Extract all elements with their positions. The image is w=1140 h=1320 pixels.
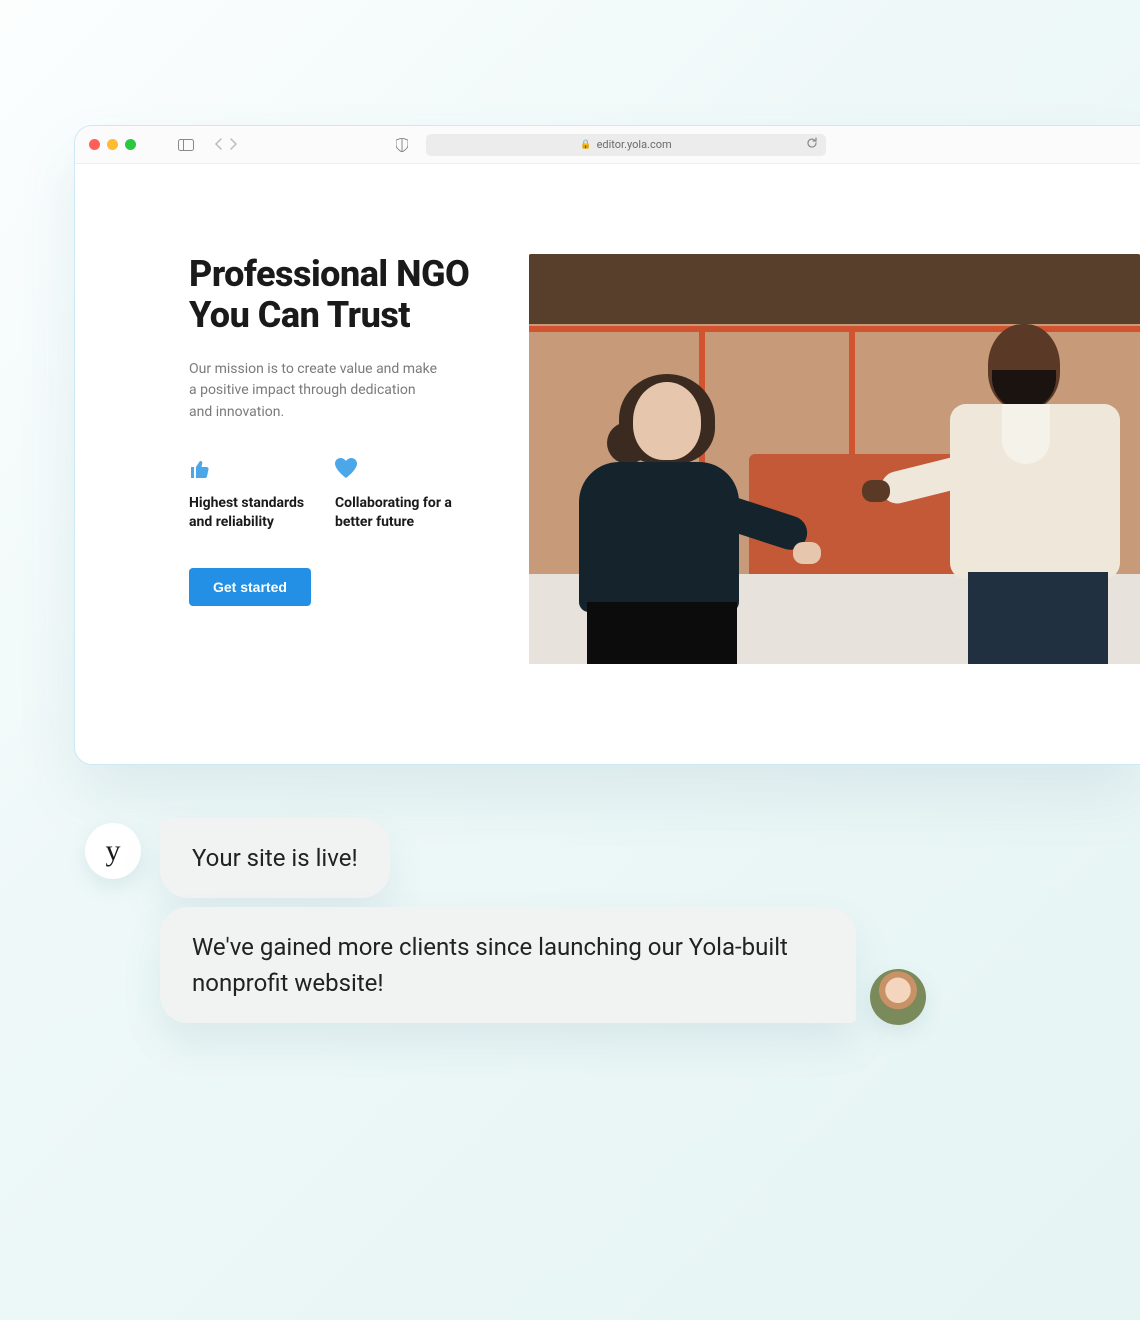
feature-row: Highest standards and reliability Collab… (189, 458, 479, 532)
back-icon[interactable] (214, 135, 223, 154)
heart-icon (335, 458, 463, 480)
nav-arrows (214, 135, 238, 154)
chat-text: Your site is live! (192, 844, 358, 872)
maximize-icon[interactable] (125, 139, 136, 150)
url-text: editor.yola.com (597, 138, 672, 151)
sidebar-toggle-icon[interactable] (178, 139, 194, 151)
feature-label: Collaborating for a better future (335, 494, 463, 532)
get-started-button[interactable]: Get started (189, 568, 311, 606)
hero-image (529, 254, 1140, 664)
brand-initial: y (106, 834, 121, 868)
chat-bubble-user: We've gained more clients since launchin… (160, 907, 856, 1023)
person-right (940, 304, 1130, 664)
browser-toolbar: 🔒 editor.yola.com (75, 126, 1140, 164)
close-icon[interactable] (89, 139, 100, 150)
person-left (539, 344, 739, 664)
hero-subtext: Our mission is to create value and make … (189, 359, 439, 424)
chat-text: We've gained more clients since launchin… (192, 933, 788, 997)
address-bar[interactable]: 🔒 editor.yola.com (426, 134, 826, 156)
browser-window: 🔒 editor.yola.com Professional NGO You C… (74, 125, 1140, 765)
shield-icon[interactable] (396, 138, 408, 152)
minimize-icon[interactable] (107, 139, 118, 150)
window-controls (89, 139, 136, 150)
reload-icon[interactable] (806, 137, 818, 152)
chat-bubble-system: Your site is live! (160, 818, 390, 898)
lock-icon: 🔒 (580, 140, 591, 150)
hero-heading: Professional NGO You Can Trust (189, 254, 479, 337)
feature-label: Highest standards and reliability (189, 494, 317, 532)
brand-avatar: y (85, 823, 141, 879)
thumbs-up-icon (189, 458, 317, 480)
forward-icon[interactable] (229, 135, 238, 154)
feature-standards: Highest standards and reliability (189, 458, 317, 532)
user-avatar (870, 969, 926, 1025)
page-content: Professional NGO You Can Trust Our missi… (75, 164, 1140, 664)
feature-collaboration: Collaborating for a better future (335, 458, 463, 532)
